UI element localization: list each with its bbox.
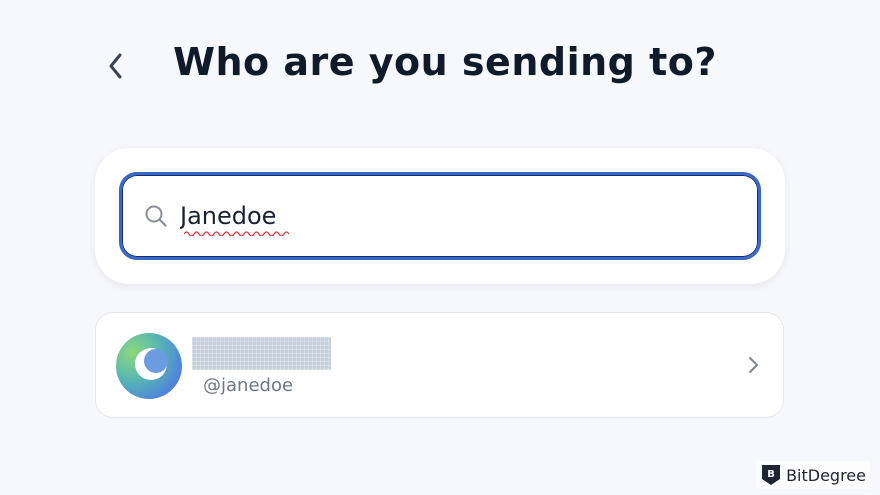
watermark: B BitDegree: [756, 461, 870, 489]
search-field[interactable]: [119, 172, 761, 260]
recipient-result[interactable]: @janedoe: [95, 312, 784, 418]
spellcheck-underline: [184, 231, 289, 236]
redacted-name: [192, 337, 331, 370]
svg-text:B: B: [767, 469, 775, 480]
page-title: Who are you sending to?: [173, 40, 717, 84]
bitdegree-logo: B: [762, 465, 781, 485]
search-card: [95, 148, 785, 284]
avatar: [116, 333, 182, 399]
chevron-right-icon: [749, 357, 758, 373]
recipient-handle: @janedoe: [203, 375, 294, 396]
search-icon: [145, 205, 167, 227]
crescent-moon-icon: [135, 348, 168, 380]
watermark-text: BitDegree: [786, 465, 866, 485]
